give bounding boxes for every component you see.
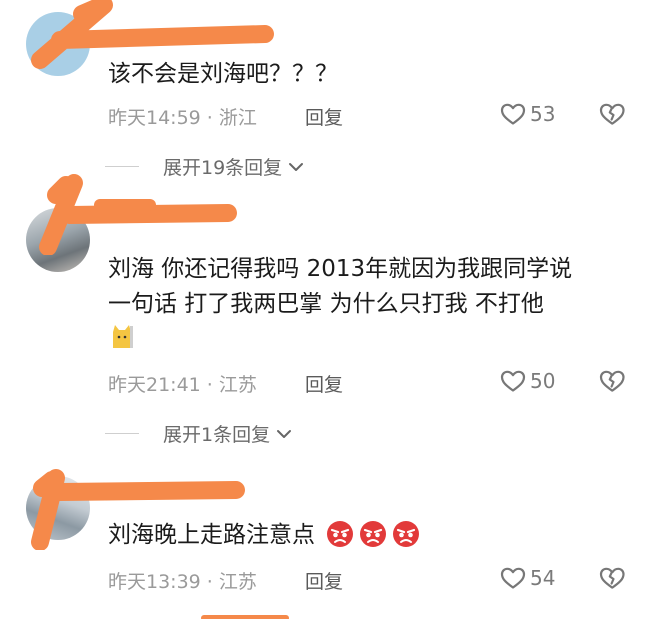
comment-meta: 昨天14:59 · 浙江 bbox=[108, 103, 257, 130]
reply-button[interactable]: 回复 bbox=[305, 370, 343, 397]
expand-replies-label: 展开1条回复 bbox=[163, 424, 271, 446]
comment-location: 浙江 bbox=[218, 107, 257, 129]
cat-emoji-icon bbox=[113, 325, 133, 348]
comment-text: 该不会是刘海吧？？？ bbox=[108, 61, 338, 87]
expand-replies-button[interactable]: 展开1条回复 bbox=[105, 420, 292, 447]
comment-time: 昨天13:39 bbox=[108, 571, 201, 593]
broken-heart-icon bbox=[599, 567, 625, 589]
angry-face-emoji bbox=[393, 521, 420, 547]
like-button[interactable]: 50 bbox=[500, 369, 555, 393]
comment-time: 昨天14:59 bbox=[108, 107, 201, 129]
like-count: 50 bbox=[530, 369, 556, 393]
meta-separator: · bbox=[206, 571, 213, 593]
broken-heart-icon bbox=[599, 370, 625, 392]
comment-location: 江苏 bbox=[218, 571, 257, 593]
divider-line bbox=[105, 166, 139, 167]
comment-text-body: 刘海晚上走路注意点 bbox=[108, 522, 315, 548]
dislike-button[interactable] bbox=[598, 566, 626, 594]
avatar[interactable] bbox=[26, 12, 90, 76]
angry-face-emoji bbox=[327, 521, 354, 547]
comment-text: 刘海晚上走路注意点 bbox=[108, 516, 421, 554]
chevron-down-icon bbox=[277, 429, 292, 438]
heart-outline-icon bbox=[500, 567, 526, 589]
divider-line bbox=[105, 433, 139, 434]
broken-heart-icon bbox=[599, 103, 625, 125]
heart-outline-icon bbox=[500, 370, 526, 392]
dislike-button[interactable] bbox=[598, 369, 626, 397]
avatar[interactable] bbox=[26, 208, 90, 272]
like-button[interactable]: 53 bbox=[500, 102, 555, 126]
expand-replies-label: 展开19条回复 bbox=[163, 157, 283, 179]
comment-meta: 昨天13:39 · 江苏 bbox=[108, 567, 257, 594]
reply-button[interactable]: 回复 bbox=[305, 567, 343, 594]
redaction-scribble bbox=[201, 615, 289, 619]
reply-button[interactable]: 回复 bbox=[305, 103, 343, 130]
angry-face-emoji bbox=[360, 521, 387, 547]
chevron-down-icon bbox=[289, 162, 304, 171]
comment-location: 江苏 bbox=[218, 374, 257, 396]
comment-time: 昨天21:41 bbox=[108, 374, 201, 396]
comment-text-line: 刘海 你还记得我吗 2013年就因为我跟同学说 bbox=[108, 256, 573, 282]
heart-outline-icon bbox=[500, 103, 526, 125]
like-button[interactable]: 54 bbox=[500, 566, 555, 590]
expand-replies-button[interactable]: 展开19条回复 bbox=[105, 153, 304, 180]
comment-meta: 昨天21:41 · 江苏 bbox=[108, 370, 257, 397]
comment-text-line: 一句话 打了我两巴掌 为什么只打我 不打他 bbox=[108, 291, 544, 317]
avatar[interactable] bbox=[26, 476, 90, 540]
meta-separator: · bbox=[206, 107, 213, 129]
meta-separator: · bbox=[206, 374, 213, 396]
like-count: 54 bbox=[530, 566, 556, 590]
like-count: 53 bbox=[530, 102, 556, 126]
dislike-button[interactable] bbox=[598, 102, 626, 130]
